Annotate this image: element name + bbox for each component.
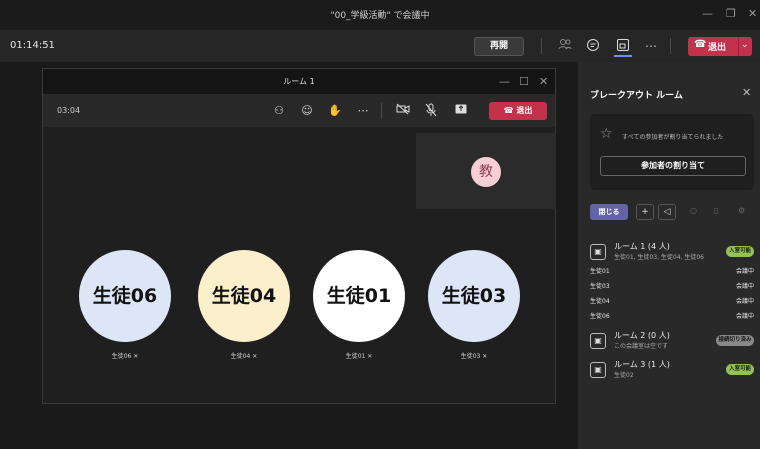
room-icon: ▣: [590, 333, 606, 349]
room-icon: ▣: [590, 244, 606, 260]
mic-off-icon: ✕: [252, 353, 258, 360]
share-icon[interactable]: [453, 103, 469, 119]
meeting-toolbar: 01:14:51 再開 ⋯ ☎ 退出 ⌄: [0, 30, 760, 62]
teacher-video-tile: 教: [416, 133, 556, 209]
breakout-panel: ブレークアウト ルーム ✕ ☆ すべての参加者が割り当てられました 参加者の割り…: [578, 62, 760, 449]
mic-off-icon[interactable]: [423, 103, 439, 119]
chat-icon[interactable]: ☺: [299, 103, 315, 119]
breakout-room-window: ルーム 1 — ☐ ✕ 03:04 ⚇ ☺ ✋ ⋯ ☎ 退出 教 生徒06 生徒…: [42, 68, 556, 404]
assignment-status-box: ☆ すべての参加者が割り当てられました 参加者の割り当て: [590, 114, 754, 190]
member-row: 生徒01 会議中: [590, 268, 754, 275]
room-name: ルーム 3 (1 人): [614, 360, 670, 369]
chat-icon[interactable]: [584, 38, 602, 54]
status-badge: 接続切り済み: [716, 335, 754, 346]
chevron-down-icon[interactable]: ⌄: [741, 40, 749, 50]
member-row: 生徒03 会議中: [590, 283, 754, 290]
meeting-timer: 01:14:51: [10, 40, 55, 51]
hangup-icon: ☎: [694, 39, 707, 50]
delete-icon: ▯: [714, 206, 719, 215]
room-members: この会議室は空です: [614, 343, 669, 350]
room-toolbar: 03:04 ⚇ ☺ ✋ ⋯ ☎ 退出: [43, 94, 555, 127]
student-label: 生徒01 ✕: [345, 353, 373, 360]
student-label: 生徒06 ✕: [111, 353, 139, 360]
breakout-rooms-icon[interactable]: [614, 38, 632, 54]
window-title: "00_学級活動" で会議中: [330, 11, 430, 21]
restore-icon[interactable]: ❐: [726, 7, 736, 20]
student-label: 生徒03 ✕: [460, 353, 488, 360]
room-close-icon[interactable]: ✕: [539, 75, 548, 88]
close-icon[interactable]: ✕: [742, 86, 751, 99]
student-avatar: 生徒06: [79, 250, 171, 342]
room-members: 生徒01, 生徒03, 生徒04, 生徒06: [614, 254, 704, 261]
leave-label: 退出: [708, 43, 727, 53]
panel-title: ブレークアウト ルーム: [590, 91, 683, 101]
minimize-icon[interactable]: —: [702, 7, 713, 20]
active-tab-indicator: [614, 55, 632, 57]
room-leave-button[interactable]: ☎ 退出: [489, 102, 547, 120]
avatar: 教: [471, 157, 501, 187]
reactions-icon[interactable]: ✋: [327, 103, 343, 119]
more-icon[interactable]: ⋯: [642, 38, 660, 54]
toolbar-divider: [541, 38, 542, 54]
room-name: ルーム 1 (4 人): [614, 242, 670, 251]
add-room-icon[interactable]: +: [636, 204, 654, 220]
student-avatar: 生徒01: [313, 250, 405, 342]
room-timer: 03:04: [57, 106, 81, 115]
room-item[interactable]: ▣ ルーム 1 (4 人) 生徒01, 生徒03, 生徒04, 生徒06 入室可…: [590, 240, 754, 266]
title-bar: "00_学級活動" で会議中 — ❐ ✕: [0, 0, 760, 30]
close-icon[interactable]: ✕: [748, 7, 757, 20]
member-row: 生徒06 会議中: [590, 313, 754, 320]
mic-off-icon: ✕: [482, 353, 488, 360]
leave-button[interactable]: ☎ 退出 ⌄: [688, 37, 752, 56]
room-name: ルーム 2 (0 人): [614, 331, 670, 340]
more-icon[interactable]: ⋯: [355, 103, 371, 119]
room-restore-icon[interactable]: ☐: [519, 75, 529, 88]
sparkle-icon: ☆: [600, 126, 613, 142]
room-item[interactable]: ▣ ルーム 3 (1 人) 生徒02 入室可能: [590, 358, 754, 384]
leave-divider: [738, 37, 739, 56]
room-toolbar-divider: [381, 103, 382, 119]
room-leave-label: 退出: [516, 106, 533, 115]
participants-icon[interactable]: ⚇: [271, 103, 287, 119]
announce-icon[interactable]: ◁: [658, 204, 676, 220]
room-title-bar: ルーム 1 — ☐ ✕: [43, 69, 555, 94]
room-title: ルーム 1: [283, 77, 315, 86]
room-icon: ▣: [590, 362, 606, 378]
mic-off-icon: ✕: [367, 353, 373, 360]
status-badge: 入室可能: [726, 364, 754, 375]
status-badge: 入室可能: [726, 246, 754, 257]
camera-off-icon[interactable]: [395, 103, 411, 119]
toolbar-divider: [670, 38, 671, 54]
mic-off-icon: ✕: [133, 353, 139, 360]
participants-icon[interactable]: [556, 38, 574, 54]
assign-participants-button[interactable]: 参加者の割り当て: [600, 156, 746, 176]
room-item[interactable]: ▣ ルーム 2 (0 人) この会議室は空です 接続切り済み: [590, 329, 754, 355]
resume-button[interactable]: 再開: [474, 37, 524, 56]
student-label: 生徒04 ✕: [230, 353, 258, 360]
room-members: 生徒02: [614, 372, 634, 379]
close-rooms-button[interactable]: 閉じる: [590, 204, 628, 220]
student-avatar: 生徒03: [428, 250, 520, 342]
member-row: 生徒04 会議中: [590, 298, 754, 305]
assignment-message: すべての参加者が割り当てられました: [622, 134, 724, 141]
student-avatar: 生徒04: [198, 250, 290, 342]
settings-icon: ⚙: [738, 206, 746, 215]
room-minimize-icon[interactable]: —: [499, 75, 510, 88]
timer-icon: ○: [690, 206, 697, 215]
